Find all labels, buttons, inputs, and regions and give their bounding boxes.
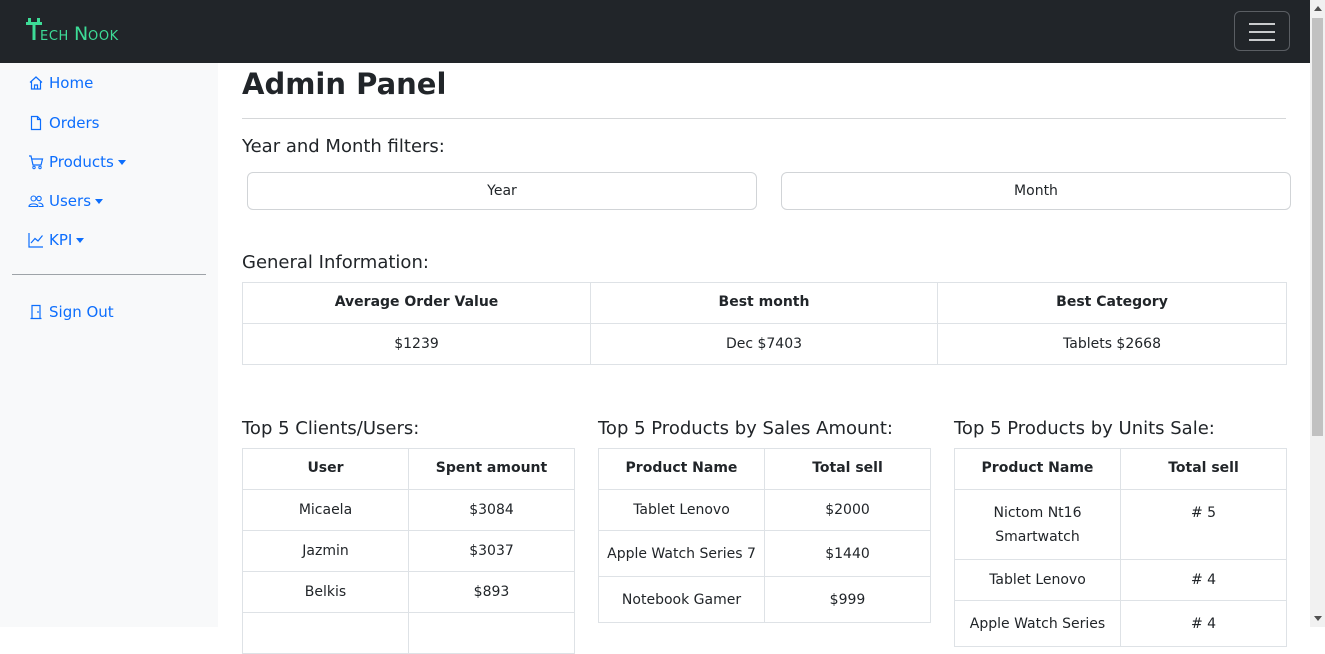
sidebar-item-label: Home — [49, 74, 94, 92]
table-cell: # 4 — [1120, 559, 1287, 601]
table-header-row: User Spent amount — [242, 448, 575, 490]
brand-logo[interactable]: ECH N OOK — [26, 18, 134, 46]
table-cell: Jazmin — [242, 530, 409, 572]
month-filter-button[interactable]: Month — [781, 172, 1291, 210]
table-header-row: Product Name Total sell — [598, 448, 931, 490]
vertical-scrollbar[interactable] — [1310, 0, 1325, 627]
page-title: Admin Panel — [242, 67, 447, 101]
table-row — [242, 612, 575, 654]
sidebar-item-kpi[interactable]: KPI — [28, 229, 85, 251]
table-row: Apple Watch Series # 4 — [954, 600, 1287, 647]
table-cell — [242, 612, 409, 654]
top-products-units-heading: Top 5 Products by Units Sale: — [954, 418, 1215, 439]
sidebar: Home Orders Products Users KPI Sign Out — [0, 63, 218, 627]
table-cell: Micaela — [242, 489, 409, 531]
year-filter-button[interactable]: Year — [247, 172, 757, 210]
table-cell: $999 — [764, 576, 931, 623]
table-cell: $3084 — [408, 489, 575, 531]
caret-down-icon — [76, 237, 85, 243]
column-header: Product Name — [598, 448, 765, 490]
users-icon — [28, 195, 44, 208]
sidebar-item-label: KPI — [49, 231, 73, 249]
cart-icon — [29, 155, 44, 170]
table-cell: Notebook Gamer — [598, 576, 765, 623]
file-icon — [30, 115, 42, 131]
scroll-down-arrow-icon[interactable] — [1314, 616, 1322, 621]
sidebar-item-products[interactable]: Products — [28, 151, 126, 173]
column-header: Total sell — [764, 448, 931, 490]
door-icon — [30, 304, 42, 320]
top-products-amount-heading: Top 5 Products by Sales Amount: — [598, 418, 893, 439]
table-cell: $1440 — [764, 530, 931, 577]
table-row: Tablet Lenovo # 4 — [954, 559, 1287, 601]
table-cell: # 5 — [1120, 489, 1287, 560]
scrollbar-thumb[interactable] — [1312, 18, 1323, 436]
svg-text:OOK: OOK — [88, 29, 119, 44]
column-header: Best Category — [937, 282, 1287, 324]
table-cell — [408, 612, 575, 654]
table-cell: Dec $7403 — [590, 323, 938, 365]
general-info-table: Average Order Value Best month Best Cate… — [242, 282, 1287, 365]
caret-down-icon — [117, 159, 126, 165]
column-header: Total sell — [1120, 448, 1287, 490]
sidebar-divider — [12, 274, 206, 275]
hamburger-icon-line — [1249, 39, 1275, 41]
table-row: Belkis $893 — [242, 571, 575, 613]
svg-text:N: N — [74, 23, 88, 45]
scroll-up-arrow-icon[interactable] — [1314, 6, 1322, 11]
table-cell: $3037 — [408, 530, 575, 572]
table-cell: Tablets $2668 — [937, 323, 1287, 365]
title-divider — [242, 118, 1286, 119]
table-row: Nictom Nt16 Smartwatch # 5 — [954, 489, 1287, 560]
table-cell: Tablet Lenovo — [598, 489, 765, 531]
caret-down-icon — [95, 198, 104, 204]
top-products-amount-table: Product Name Total sell Tablet Lenovo $2… — [598, 448, 931, 623]
column-header: Best month — [590, 282, 938, 324]
table-row: Tablet Lenovo $2000 — [598, 489, 931, 531]
filters-heading: Year and Month filters: — [242, 136, 445, 157]
table-row: Apple Watch Series 7 $1440 — [598, 530, 931, 577]
top-navbar: ECH N OOK — [0, 0, 1310, 63]
navbar-toggler-button[interactable] — [1234, 11, 1290, 51]
hamburger-icon-line — [1249, 31, 1275, 33]
column-header: Product Name — [954, 448, 1121, 490]
sidebar-item-home[interactable]: Home — [28, 72, 93, 94]
sidebar-item-label: Orders — [49, 114, 100, 132]
chart-icon — [28, 233, 43, 248]
table-cell: # 4 — [1120, 600, 1287, 647]
table-cell: Apple Watch Series 7 — [598, 530, 765, 577]
top-products-units-table: Product Name Total sell Nictom Nt16 Smar… — [954, 448, 1287, 647]
sidebar-item-label: Users — [49, 192, 92, 210]
column-header: Average Order Value — [242, 282, 591, 324]
table-row: Jazmin $3037 — [242, 530, 575, 572]
column-header: User — [242, 448, 409, 490]
table-cell: $2000 — [764, 489, 931, 531]
table-row: $1239 Dec $7403 Tablets $2668 — [242, 323, 1287, 365]
column-header: Spent amount — [408, 448, 575, 490]
hamburger-icon — [1249, 23, 1275, 25]
table-header-row: Average Order Value Best month Best Cate… — [242, 282, 1287, 324]
table-cell: Nictom Nt16 Smartwatch — [954, 489, 1121, 560]
top-clients-heading: Top 5 Clients/Users: — [242, 418, 420, 439]
general-info-heading: General Information: — [242, 252, 429, 273]
technook-logo: ECH N OOK — [26, 18, 119, 45]
table-cell: Tablet Lenovo — [954, 559, 1121, 601]
table-header-row: Product Name Total sell — [954, 448, 1287, 490]
home-icon — [29, 76, 43, 90]
table-row: Notebook Gamer $999 — [598, 576, 931, 623]
table-cell: Belkis — [242, 571, 409, 613]
sign-out-link[interactable]: Sign Out — [28, 301, 114, 323]
sidebar-item-orders[interactable]: Orders — [28, 112, 99, 134]
table-cell: $1239 — [242, 323, 591, 365]
svg-text:ECH: ECH — [40, 29, 69, 44]
table-cell: $893 — [408, 571, 575, 613]
table-row: Micaela $3084 — [242, 489, 575, 531]
sidebar-item-label: Products — [49, 153, 114, 171]
top-clients-table: User Spent amount Micaela $3084 Jazmin $… — [242, 448, 575, 654]
main-content: Admin Panel Year and Month filters: Year… — [218, 63, 1310, 654]
sign-out-label: Sign Out — [49, 303, 114, 321]
table-cell: Apple Watch Series — [954, 600, 1121, 647]
sidebar-item-users[interactable]: Users — [28, 190, 104, 212]
